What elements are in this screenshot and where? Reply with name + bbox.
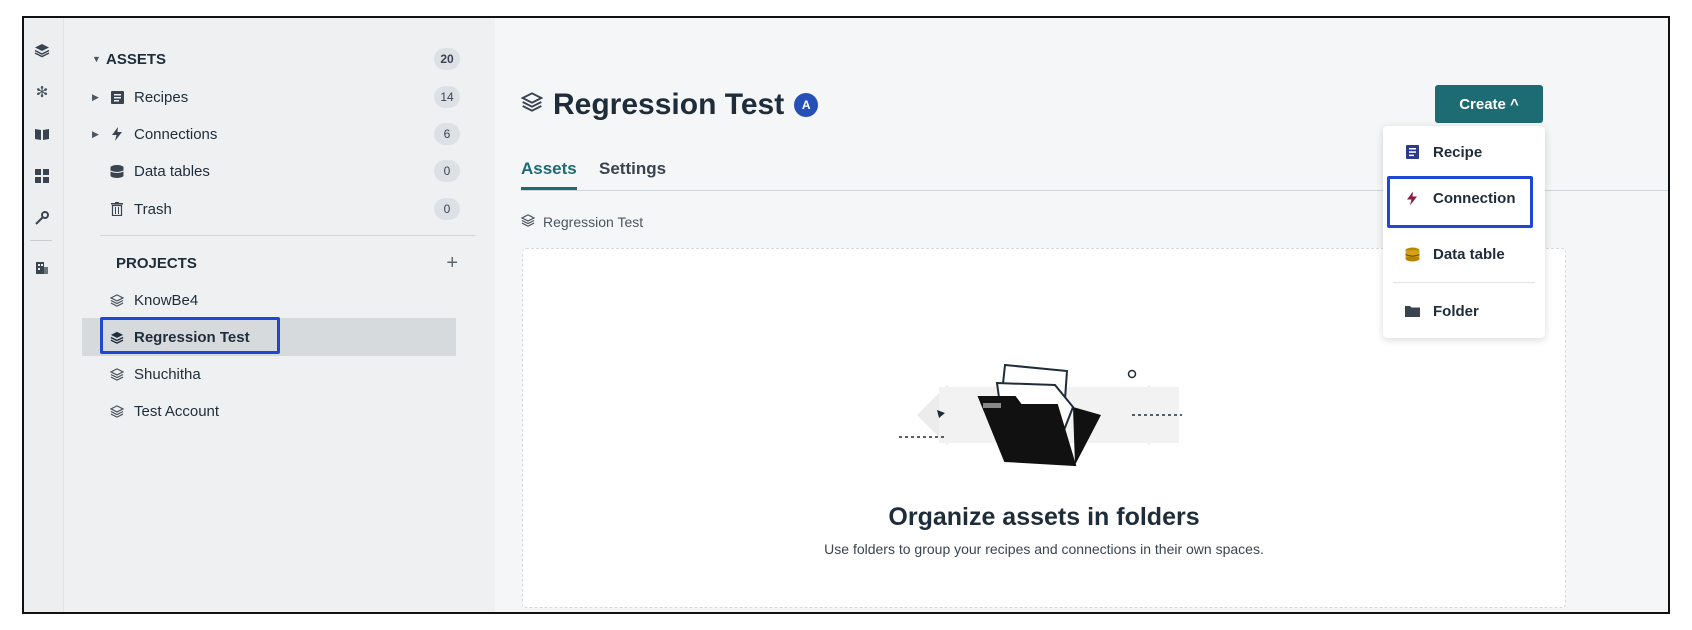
empty-state-subtitle: Use folders to group your recipes and co… <box>824 541 1264 557</box>
assets-label: ASSETS <box>106 50 167 68</box>
sidebar-item-label: Recipes <box>134 88 189 106</box>
caret-down-icon: ▼ <box>92 54 101 64</box>
projects-label: PROJECTS <box>116 254 197 272</box>
sidebar-item-connections[interactable]: ▶ Connections 6 <box>82 115 472 153</box>
app-window: ✻ ▼ ASSETS 20 ▶ Recipes 14 ▶ Connections… <box>22 16 1670 614</box>
trash-icon <box>106 202 128 216</box>
project-icon <box>520 214 536 230</box>
menu-item-label: Folder <box>1433 302 1479 320</box>
menu-item-data-table[interactable]: Data table <box>1383 234 1545 274</box>
project-icon <box>520 91 544 119</box>
sidebar-item-data-tables[interactable]: Data tables 0 <box>82 152 472 190</box>
building-icon[interactable] <box>32 258 52 278</box>
connections-count: 6 <box>434 123 460 145</box>
project-label: Shuchitha <box>134 365 201 383</box>
sidebar-item-trash[interactable]: Trash 0 <box>82 190 472 228</box>
sidebar-item-recipes[interactable]: ▶ Recipes 14 <box>82 78 472 116</box>
icon-rail: ✻ <box>24 18 64 612</box>
sidebar-item-label: Connections <box>134 125 218 143</box>
highlight-box <box>100 317 280 354</box>
project-label: Test Account <box>134 402 220 420</box>
main-content: Regression Test A Assets Settings Regres… <box>495 18 1668 612</box>
sidebar-divider <box>100 235 475 236</box>
wrench-icon[interactable] <box>32 208 52 228</box>
sidebar-project-shuchitha[interactable]: Shuchitha <box>82 355 472 393</box>
page-title-text: Regression Test <box>553 88 785 121</box>
recipe-icon <box>1401 145 1423 159</box>
caret-right-icon: ▶ <box>92 91 99 102</box>
recipes-count: 14 <box>434 86 460 108</box>
project-icon <box>106 367 128 381</box>
empty-state-title: Organize assets in folders <box>888 503 1200 531</box>
tab-settings[interactable]: Settings <box>599 159 666 179</box>
highlight-box <box>1387 176 1533 228</box>
caret-right-icon: ▶ <box>92 128 99 139</box>
sidebar-item-label: Data tables <box>134 162 210 180</box>
menu-divider <box>1393 282 1535 283</box>
add-project-icon[interactable]: + <box>446 252 458 275</box>
sparkle-icon[interactable]: ✻ <box>32 82 52 102</box>
project-label: KnowBe4 <box>134 291 199 309</box>
menu-item-folder[interactable]: Folder <box>1383 291 1545 331</box>
lightning-icon <box>106 127 128 141</box>
database-icon <box>106 164 128 178</box>
menu-item-label: Recipe <box>1433 143 1483 161</box>
dashboard-icon[interactable] <box>32 166 52 186</box>
data-tables-count: 0 <box>434 160 460 182</box>
create-dropdown-menu: Recipe Connection Data table Folder <box>1383 126 1545 338</box>
assets-count: 20 <box>434 48 460 70</box>
access-badge: A <box>794 93 819 117</box>
trash-count: 0 <box>434 198 460 220</box>
breadcrumb-item[interactable]: Regression Test <box>543 214 643 230</box>
page-title: Regression Test A <box>520 88 819 122</box>
project-icon <box>106 293 128 307</box>
rail-divider <box>30 240 52 241</box>
tab-assets[interactable]: Assets <box>521 159 577 190</box>
sidebar-project-knowbe4[interactable]: KnowBe4 <box>82 281 472 319</box>
sidebar: ▼ ASSETS 20 ▶ Recipes 14 ▶ Connections 6 <box>64 18 495 612</box>
breadcrumb: Regression Test <box>520 214 643 230</box>
folder-icon <box>1401 305 1423 317</box>
create-button[interactable]: Create ^ <box>1435 85 1543 123</box>
project-icon <box>106 404 128 418</box>
database-icon <box>1401 247 1423 262</box>
menu-item-label: Data table <box>1433 245 1505 263</box>
menu-item-recipe[interactable]: Recipe <box>1383 132 1545 172</box>
projects-icon[interactable] <box>32 40 52 60</box>
assets-section-header[interactable]: ▼ ASSETS 20 <box>82 40 472 78</box>
folder-illustration-icon <box>899 363 1182 467</box>
sidebar-project-test-account[interactable]: Test Account <box>82 392 472 430</box>
projects-section-header: PROJECTS + <box>82 244 472 282</box>
book-icon[interactable] <box>32 124 52 144</box>
recipe-icon <box>106 90 128 104</box>
sidebar-item-label: Trash <box>134 200 172 218</box>
